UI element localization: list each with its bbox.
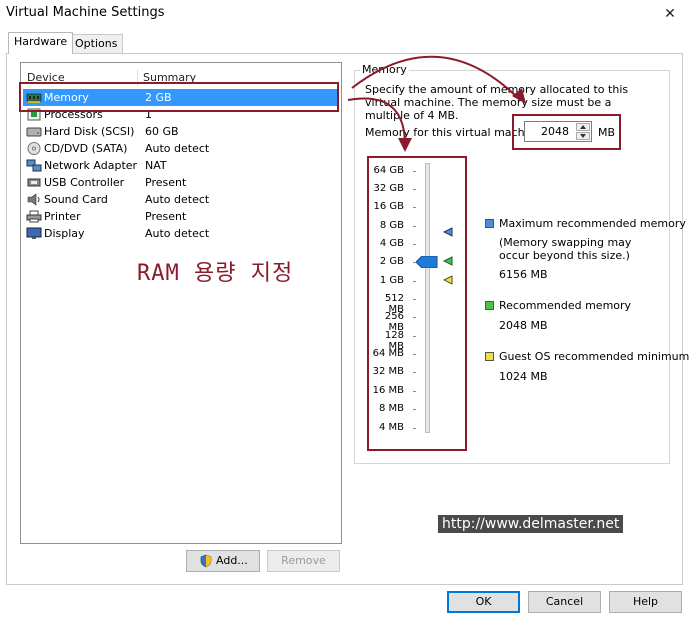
device-summary: Auto detect [145, 193, 210, 206]
guest-min-legend-swatch [485, 352, 494, 361]
cd-dvd-icon [27, 142, 41, 155]
device-row-cd-dvd[interactable]: CD/DVD (SATA) Auto detect [23, 140, 339, 157]
add-device-button[interactable]: Add... [186, 550, 260, 572]
usb-icon [27, 178, 41, 187]
device-name: Printer [44, 210, 81, 223]
recommended-value: 2048 MB [499, 319, 548, 332]
window-title: Virtual Machine Settings [6, 5, 165, 20]
tab-options[interactable]: Options [69, 34, 124, 54]
network-adapter-icon [26, 159, 42, 172]
watermark: http://www.delmaster.net [438, 515, 624, 533]
cancel-button[interactable]: Cancel [528, 591, 601, 613]
guest-min-title: Guest OS recommended minimum [499, 350, 690, 363]
annotation-box-memory-row [19, 82, 339, 112]
guest-min-value: 1024 MB [499, 370, 548, 383]
max-recommended-note: (Memory swapping may occur beyond this s… [499, 236, 632, 262]
annotation-text: RAM 용량 지정 [137, 261, 294, 286]
max-recommended-value: 6156 MB [499, 268, 548, 281]
device-row-usb-controller[interactable]: USB Controller Present [23, 174, 339, 191]
hard-disk-icon [26, 127, 42, 137]
recommended-title: Recommended memory [499, 299, 632, 312]
device-row-sound-card[interactable]: Sound Card Auto detect [23, 191, 339, 208]
device-row-hard-disk[interactable]: Hard Disk (SCSI) 60 GB [23, 123, 339, 140]
device-name: USB Controller [44, 176, 125, 189]
device-name: CD/DVD (SATA) [44, 142, 128, 155]
device-summary: 60 GB [145, 125, 179, 138]
close-icon[interactable]: ✕ [650, 0, 690, 28]
recommended-legend-swatch [485, 301, 494, 310]
device-summary: Present [145, 176, 187, 189]
annotation-box-memory-value [512, 114, 621, 150]
add-button-label: Add... [216, 554, 248, 567]
device-name: Hard Disk (SCSI) [44, 125, 135, 138]
device-summary: Present [145, 210, 187, 223]
sound-card-icon [27, 193, 40, 206]
device-list: Device Summary Memory 2 GB Processors 1 … [20, 62, 342, 544]
device-name: Network Adapter [44, 159, 138, 172]
device-summary: NAT [145, 159, 167, 172]
ok-button[interactable]: OK [447, 591, 520, 613]
annotation-box-slider [367, 156, 467, 451]
max-legend-swatch [485, 219, 494, 228]
display-icon [26, 227, 42, 239]
device-summary: Auto detect [145, 227, 210, 240]
remove-device-button[interactable]: Remove [267, 550, 340, 572]
device-row-network-adapter[interactable]: Network Adapter NAT [23, 157, 339, 174]
title-bar: Virtual Machine Settings ✕ [0, 0, 690, 28]
printer-icon [26, 210, 42, 223]
max-recommended-title: Maximum recommended memory [499, 217, 686, 230]
help-button[interactable]: Help [609, 591, 682, 613]
device-name: Display [44, 227, 85, 240]
device-row-printer[interactable]: Printer Present [23, 208, 339, 225]
tab-hardware[interactable]: Hardware [8, 32, 74, 54]
device-row-display[interactable]: Display Auto detect [23, 225, 339, 242]
device-name: Sound Card [44, 193, 108, 206]
device-summary: Auto detect [145, 142, 210, 155]
shield-icon [200, 554, 212, 568]
memory-group-label: Memory [360, 63, 409, 76]
